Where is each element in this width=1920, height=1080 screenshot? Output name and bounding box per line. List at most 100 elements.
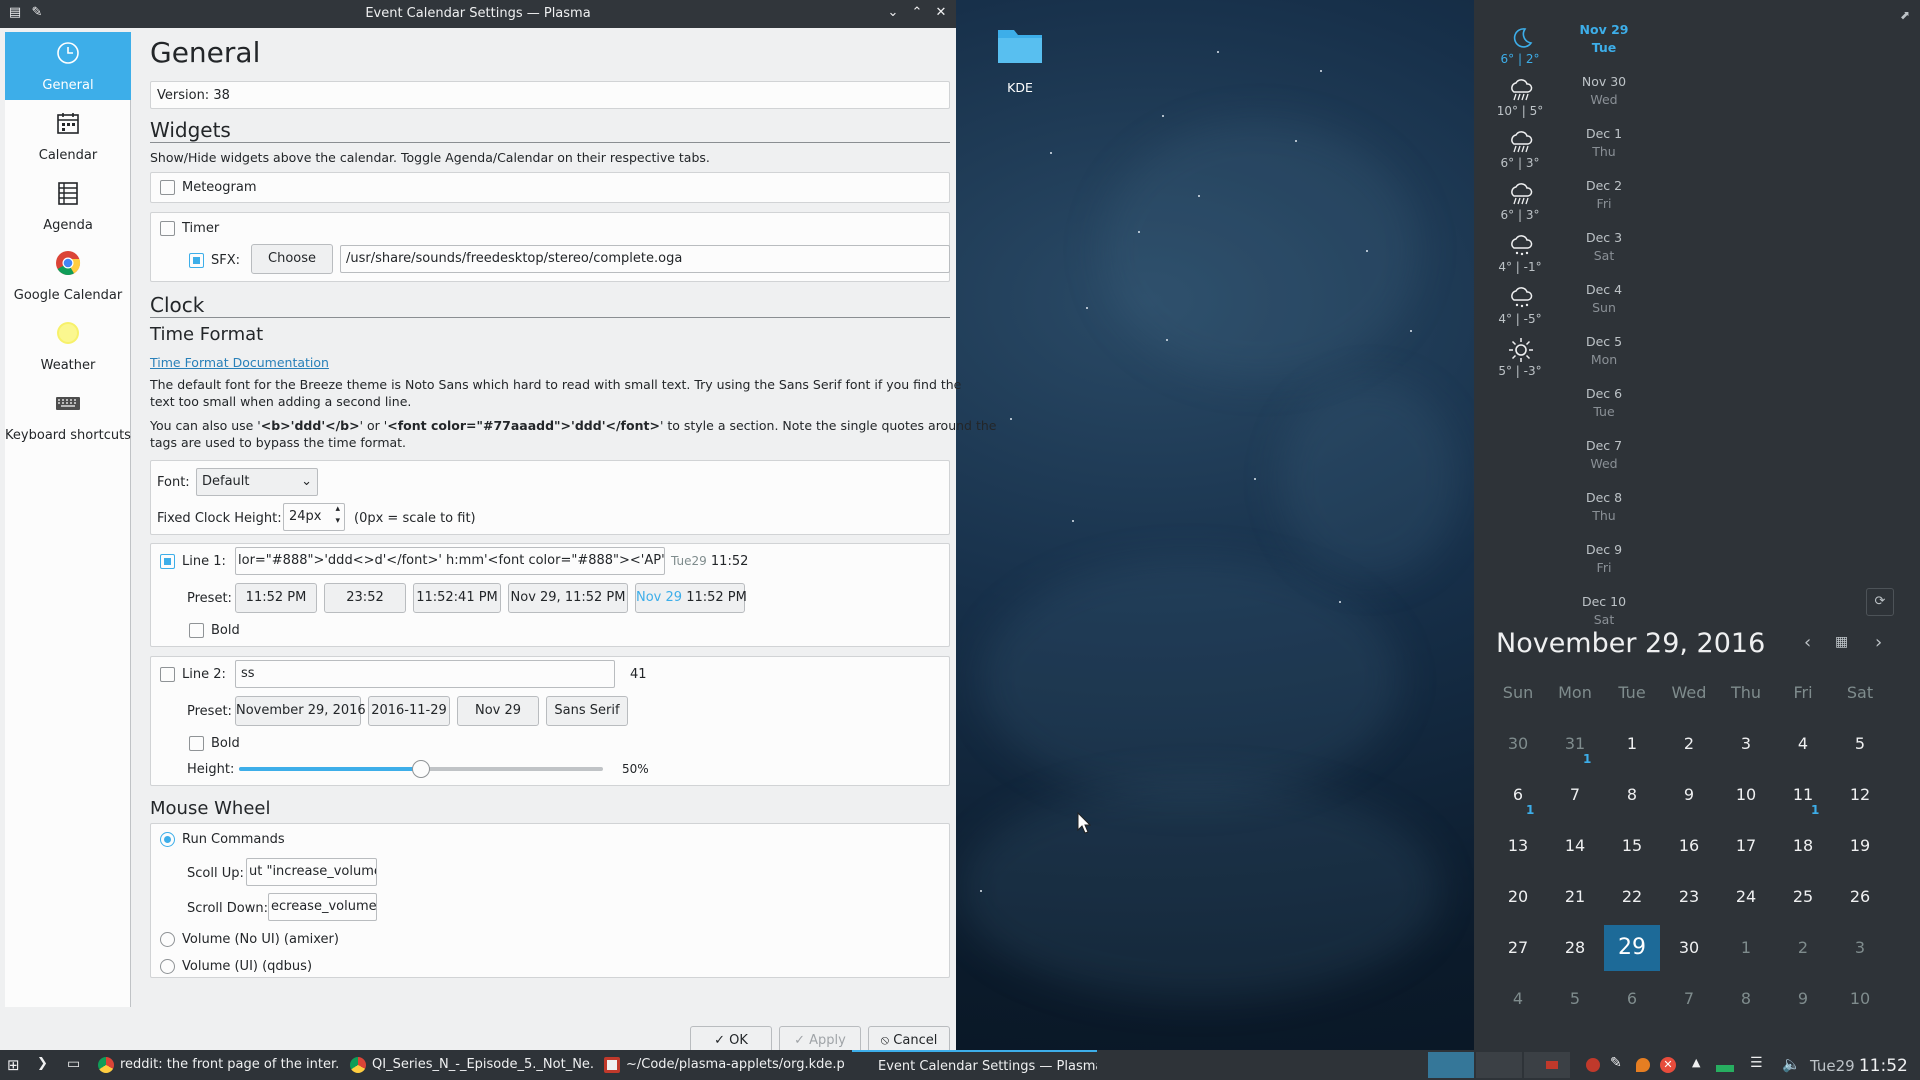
- sidebar-item-general[interactable]: General: [5, 32, 131, 100]
- volume-noui-radio[interactable]: [160, 932, 175, 947]
- pin-icon[interactable]: ⬈: [1900, 8, 1910, 22]
- calendar-day[interactable]: 8: [1604, 772, 1660, 818]
- line1-preset-button[interactable]: 23:52: [324, 583, 406, 613]
- taskbar-clock[interactable]: Tue29 11:52: [1810, 1056, 1908, 1076]
- line1-checkbox[interactable]: [160, 554, 175, 569]
- tray-error-icon[interactable]: ✕: [1660, 1057, 1676, 1073]
- task-event-calendar-settings[interactable]: Event Calendar Settings — Plasma: [852, 1050, 1097, 1080]
- calendar-day[interactable]: 4: [1490, 976, 1546, 1022]
- line1-preset-button-styled[interactable]: Nov 29 11:52 PM: [635, 583, 747, 613]
- calendar-day[interactable]: 16: [1661, 823, 1717, 869]
- line1-format-input[interactable]: lor="#888">'ddd<>d'</font>' h:mm'<font c…: [235, 547, 665, 575]
- tray-fire-icon[interactable]: [1636, 1058, 1650, 1072]
- sfx-path-input[interactable]: /usr/share/sounds/freedesktop/stereo/com…: [340, 245, 950, 273]
- line1-bold-checkbox[interactable]: [189, 623, 204, 638]
- scroll-up-input[interactable]: ut "increase_volume": [246, 858, 377, 886]
- next-month-button[interactable]: ›: [1875, 632, 1882, 653]
- refresh-icon[interactable]: ⟳: [1866, 588, 1894, 616]
- task-terminal[interactable]: ~/Code/plasma-applets/org.kde.p...: [604, 1050, 844, 1080]
- tray-tools-icon[interactable]: ✎: [1610, 1055, 1622, 1071]
- calendar-day[interactable]: 20: [1490, 874, 1546, 920]
- calendar-day[interactable]: 3: [1832, 925, 1888, 971]
- clock-height-spinbox[interactable]: 24px ▴ ▾: [283, 503, 345, 531]
- calendar-day[interactable]: 1: [1718, 925, 1774, 971]
- slider-handle[interactable]: [412, 760, 430, 778]
- line2-checkbox[interactable]: [160, 667, 175, 682]
- calendar-day[interactable]: 23: [1661, 874, 1717, 920]
- line2-preset-button[interactable]: 2016-11-29: [368, 696, 450, 726]
- window-titlebar[interactable]: ▤ ✎ Event Calendar Settings — Plasma ⌄ ⌃…: [0, 0, 956, 28]
- line1-preset-button[interactable]: 11:52:41 PM: [413, 583, 501, 613]
- calendar-day[interactable]: 7: [1547, 772, 1603, 818]
- pager-desktop-2[interactable]: [1476, 1052, 1522, 1078]
- line2-bold-checkbox[interactable]: [189, 736, 204, 751]
- calendar-day[interactable]: 7: [1661, 976, 1717, 1022]
- timer-checkbox[interactable]: [160, 221, 175, 236]
- calendar-day[interactable]: 9: [1775, 976, 1831, 1022]
- sidebar-item-weather[interactable]: Weather: [5, 312, 131, 380]
- calendar-day[interactable]: 10: [1718, 772, 1774, 818]
- calendar-day[interactable]: 27: [1490, 925, 1546, 971]
- sidebar-item-google-calendar[interactable]: Google Calendar: [5, 242, 131, 310]
- calendar-day[interactable]: 22: [1604, 874, 1660, 920]
- calendar-day[interactable]: 3: [1718, 721, 1774, 767]
- sfx-checkbox[interactable]: [189, 253, 204, 268]
- tray-record-icon[interactable]: [1586, 1058, 1600, 1072]
- calendar-day[interactable]: 15: [1604, 823, 1660, 869]
- calendar-day[interactable]: 24: [1718, 874, 1774, 920]
- line2-height-slider[interactable]: [239, 760, 603, 778]
- meteogram-checkbox[interactable]: [160, 180, 175, 195]
- sidebar-item-agenda[interactable]: Agenda: [5, 172, 131, 240]
- terminal-launcher-icon[interactable]: ❯: [37, 1056, 55, 1074]
- line2-preset-button[interactable]: Sans Serif: [546, 696, 628, 726]
- line2-preset-button[interactable]: November 29, 2016: [235, 696, 366, 726]
- calendar-day[interactable]: 4: [1775, 721, 1831, 767]
- application-launcher-icon[interactable]: ⊞: [7, 1056, 25, 1074]
- line2-format-input[interactable]: ss: [235, 660, 615, 688]
- line1-preset-button[interactable]: 11:52 PM: [235, 583, 317, 613]
- calendar-today-button[interactable]: ▦: [1835, 634, 1848, 650]
- pager-desktop-3[interactable]: [1524, 1052, 1570, 1078]
- calendar-day[interactable]: 1: [1604, 721, 1660, 767]
- calendar-day[interactable]: 12: [1832, 772, 1888, 818]
- task-qi-video[interactable]: QI_Series_N_-_Episode_5._Not_Ne...: [350, 1050, 595, 1080]
- calendar-day[interactable]: 6: [1490, 772, 1546, 818]
- tray-expand-icon[interactable]: ▲: [1692, 1056, 1700, 1069]
- calendar-day[interactable]: 30: [1490, 721, 1546, 767]
- line1-preset-button[interactable]: Nov 29, 11:52 PM: [508, 583, 628, 613]
- calendar-day[interactable]: 25: [1775, 874, 1831, 920]
- calendar-day[interactable]: 29: [1604, 925, 1660, 971]
- calendar-day[interactable]: 21: [1547, 874, 1603, 920]
- calendar-day[interactable]: 5: [1832, 721, 1888, 767]
- line2-preset-button[interactable]: Nov 29: [457, 696, 539, 726]
- scroll-down-input[interactable]: ecrease_volume": [268, 893, 377, 921]
- run-commands-radio[interactable]: [160, 832, 175, 847]
- calendar-day[interactable]: 6: [1604, 976, 1660, 1022]
- calendar-day[interactable]: 17: [1718, 823, 1774, 869]
- minimize-button[interactable]: ⌄: [884, 4, 902, 22]
- calendar-day[interactable]: 14: [1547, 823, 1603, 869]
- sidebar-item-keyboard-shortcuts[interactable]: Keyboard shortcuts: [5, 382, 131, 450]
- calendar-day[interactable]: 18: [1775, 823, 1831, 869]
- calendar-day[interactable]: 9: [1661, 772, 1717, 818]
- task-reddit[interactable]: reddit: the front page of the inter...: [98, 1050, 340, 1080]
- tray-monitor-icon[interactable]: [1716, 1058, 1734, 1072]
- calendar-day[interactable]: 11: [1775, 772, 1831, 818]
- font-select[interactable]: Default ⌄: [196, 468, 318, 496]
- tray-volume-icon[interactable]: 🔈: [1782, 1055, 1801, 1073]
- pager-desktop-1[interactable]: [1428, 1052, 1474, 1078]
- sidebar-item-calendar[interactable]: Calendar: [5, 102, 131, 170]
- calendar-day[interactable]: 28: [1547, 925, 1603, 971]
- calendar-day[interactable]: 10: [1832, 976, 1888, 1022]
- close-button[interactable]: ✕: [932, 4, 950, 22]
- calendar-day[interactable]: 19: [1832, 823, 1888, 869]
- calendar-day[interactable]: 31: [1547, 721, 1603, 767]
- previous-month-button[interactable]: ‹: [1804, 632, 1811, 653]
- desktop-folder-kde[interactable]: KDE: [990, 20, 1050, 100]
- calendar-day[interactable]: 2: [1775, 925, 1831, 971]
- calendar-day[interactable]: 26: [1832, 874, 1888, 920]
- choose-sound-button[interactable]: Choose: [251, 244, 333, 274]
- folder-launcher-icon[interactable]: ▭: [67, 1056, 85, 1074]
- volume-ui-radio[interactable]: [160, 959, 175, 974]
- calendar-day[interactable]: 13: [1490, 823, 1546, 869]
